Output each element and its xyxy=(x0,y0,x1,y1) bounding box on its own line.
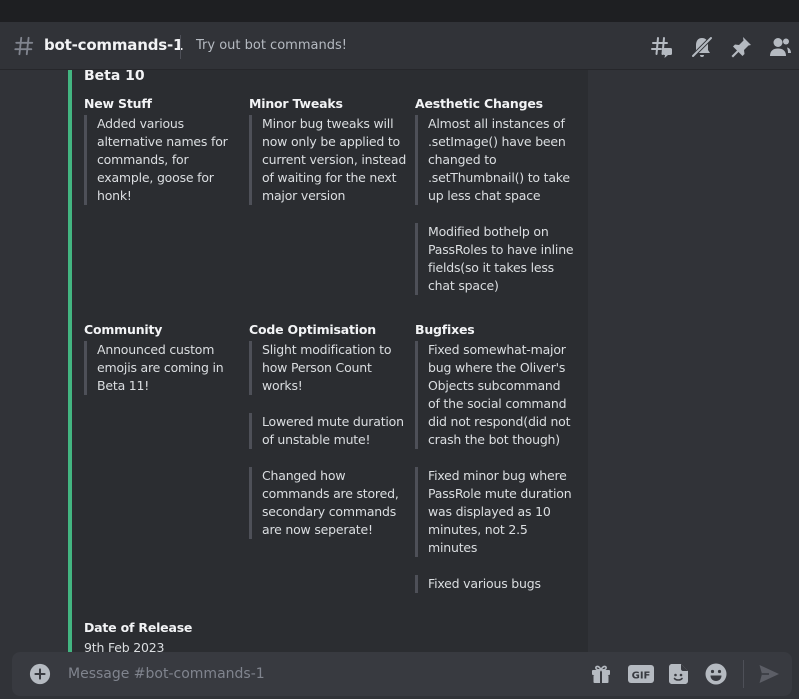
channel-header: bot-commands-1 Try out bot commands! xyxy=(0,22,799,70)
message-composer: GIF xyxy=(12,652,792,696)
field-name: Code Optimisation xyxy=(249,322,376,337)
gif-icon[interactable]: GIF xyxy=(627,662,655,686)
field-name: Minor Tweaks xyxy=(249,96,343,111)
field-name: Community xyxy=(84,322,163,337)
add-icon[interactable] xyxy=(29,663,51,685)
notification-muted-icon[interactable] xyxy=(690,35,714,59)
field-quote: Almost all instances of .setImage() have… xyxy=(415,115,575,205)
field-aesthetic-changes: Aesthetic Changes Almost all instances o… xyxy=(415,96,575,295)
field-name: New Stuff xyxy=(84,96,152,111)
emoji-icon[interactable] xyxy=(704,662,728,686)
field-quote: Modified bothelp on PassRoles to have in… xyxy=(415,223,575,295)
field-quote: Added various alternative names for comm… xyxy=(84,115,244,205)
threads-icon[interactable] xyxy=(650,35,674,59)
field-new-stuff: New Stuff Added various alternative name… xyxy=(84,96,244,205)
sticker-icon[interactable] xyxy=(667,662,691,686)
channel-name: bot-commands-1 xyxy=(44,36,184,54)
hash-icon xyxy=(14,36,34,56)
field-name: Bugfixes xyxy=(415,322,475,337)
member-list-icon[interactable] xyxy=(768,35,792,59)
svg-text:GIF: GIF xyxy=(632,671,651,682)
window-titlebar xyxy=(0,0,799,22)
channel-topic[interactable]: Try out bot commands! xyxy=(196,38,347,53)
message-list[interactable]: Beta 10 New Stuff Added various alternat… xyxy=(0,70,799,652)
field-quote: Lowered mute duration of unstable mute! xyxy=(249,413,409,449)
send-icon[interactable] xyxy=(757,662,781,686)
field-quote: Fixed various bugs xyxy=(415,575,575,593)
field-community: Community Announced custom emojis are co… xyxy=(84,322,244,395)
composer-divider xyxy=(743,660,744,688)
field-date-of-release: Date of Release 9th Feb 2023 xyxy=(84,620,244,652)
field-name: Date of Release xyxy=(84,620,193,635)
header-divider xyxy=(180,35,181,59)
message-input[interactable] xyxy=(68,663,568,685)
field-quote: Changed how commands are stored, seconda… xyxy=(249,467,409,539)
embed-title: Beta 10 xyxy=(84,70,145,84)
field-bugfixes: Bugfixes Fixed somewhat-major bug where … xyxy=(415,322,575,593)
field-quote: Fixed somewhat-major bug where the Olive… xyxy=(415,341,575,449)
field-quote: Fixed minor bug where PassRole mute dura… xyxy=(415,467,575,557)
field-name: Aesthetic Changes xyxy=(415,96,543,111)
field-quote: Minor bug tweaks will now only be applie… xyxy=(249,115,409,205)
release-date: 9th Feb 2023 xyxy=(84,640,165,652)
field-code-optimisation: Code Optimisation Slight modification to… xyxy=(249,322,409,539)
field-minor-tweaks: Minor Tweaks Minor bug tweaks will now o… xyxy=(249,96,409,205)
gift-icon[interactable] xyxy=(589,662,613,686)
pin-icon[interactable] xyxy=(729,35,753,59)
field-quote: Slight modification to how Person Count … xyxy=(249,341,409,395)
field-quote: Announced custom emojis are coming in Be… xyxy=(84,341,244,395)
